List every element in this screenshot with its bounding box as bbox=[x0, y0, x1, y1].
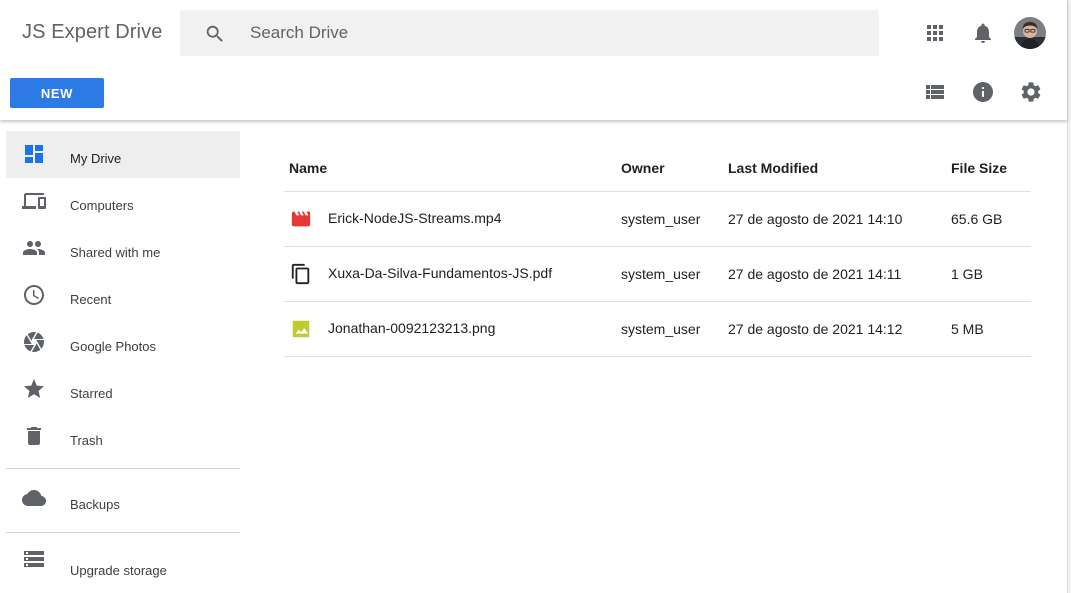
sidebar-item-label: Google Photos bbox=[70, 339, 157, 354]
sidebar-item-shared-with-me[interactable]: Shared with me bbox=[6, 225, 240, 272]
column-header-owner[interactable]: Owner bbox=[621, 145, 728, 192]
settings-gear-icon[interactable] bbox=[1019, 80, 1043, 104]
storage-icon bbox=[24, 551, 44, 567]
app-title: JS Expert Drive bbox=[22, 21, 163, 43]
computers-icon bbox=[22, 193, 46, 209]
cloud-icon bbox=[22, 490, 46, 506]
trash-icon bbox=[27, 427, 41, 445]
sidebar-item-upgrade-storage[interactable]: Upgrade storage bbox=[6, 541, 240, 588]
apps-grid-icon[interactable] bbox=[923, 21, 947, 45]
user-avatar[interactable] bbox=[1014, 17, 1046, 49]
photos-pinwheel-icon bbox=[24, 332, 44, 352]
shared-people-icon bbox=[23, 241, 45, 255]
notifications-bell-icon[interactable] bbox=[971, 21, 995, 45]
clock-icon bbox=[24, 285, 44, 305]
search-bar[interactable] bbox=[180, 10, 879, 56]
star-icon bbox=[24, 379, 44, 398]
sidebar-item-label: My Drive bbox=[70, 151, 122, 166]
search-input[interactable] bbox=[250, 10, 850, 56]
sidebar-item-trash[interactable]: Trash bbox=[6, 413, 240, 460]
file-owner: system_user bbox=[621, 191, 728, 247]
column-header-name[interactable]: Name bbox=[284, 145, 621, 192]
file-name[interactable]: Xuxa-Da-Silva-Fundamentos-JS.pdf bbox=[328, 265, 552, 281]
movie-icon bbox=[291, 211, 311, 226]
file-size: 5 MB bbox=[951, 301, 1031, 357]
info-icon[interactable] bbox=[971, 80, 995, 104]
file-owner: system_user bbox=[621, 246, 728, 302]
sidebar-item-computers[interactable]: Computers bbox=[6, 178, 240, 225]
image-icon bbox=[292, 320, 310, 337]
new-button[interactable]: NEW bbox=[10, 78, 104, 108]
file-size: 1 GB bbox=[951, 246, 1031, 302]
file-last-modified: 27 de agosto de 2021 14:12 bbox=[728, 301, 951, 357]
sidebar-item-recent[interactable]: Recent bbox=[6, 272, 240, 319]
sidebar-item-label: Upgrade storage bbox=[70, 563, 167, 578]
table-header-row: Name Owner Last Modified File Size bbox=[284, 145, 1031, 192]
sidebar-nav: My Drive Computers Shared with me Recent… bbox=[6, 131, 240, 588]
top-app-bar: JS Expert Drive NEW bbox=[0, 0, 1067, 120]
search-icon[interactable] bbox=[204, 23, 226, 45]
window-scrollbar-edge bbox=[1067, 0, 1071, 593]
my-drive-icon bbox=[25, 145, 43, 163]
sidebar-item-label: Trash bbox=[70, 433, 103, 448]
sidebar-item-label: Shared with me bbox=[70, 245, 161, 260]
file-owner: system_user bbox=[621, 301, 728, 357]
sidebar-item-label: Recent bbox=[70, 292, 112, 307]
files-table: Name Owner Last Modified File Size Erick… bbox=[284, 145, 1031, 357]
column-header-last-modified[interactable]: Last Modified bbox=[728, 145, 951, 192]
copy-document-icon bbox=[291, 263, 310, 284]
sidebar-item-label: Backups bbox=[70, 497, 120, 512]
sidebar-item-label: Computers bbox=[70, 198, 134, 213]
table-row[interactable]: Jonathan-0092123213.png system_user 27 d… bbox=[284, 301, 1031, 357]
table-row[interactable]: Xuxa-Da-Silva-Fundamentos-JS.pdf system_… bbox=[284, 246, 1031, 302]
file-name[interactable]: Jonathan-0092123213.png bbox=[328, 320, 495, 336]
sidebar-item-starred[interactable]: Starred bbox=[6, 366, 240, 413]
sidebar-item-label: Starred bbox=[70, 386, 113, 401]
sidebar-item-google-photos[interactable]: Google Photos bbox=[6, 319, 240, 366]
file-name[interactable]: Erick-NodeJS-Streams.mp4 bbox=[328, 210, 502, 226]
column-header-file-size[interactable]: File Size bbox=[951, 145, 1031, 192]
file-last-modified: 27 de agosto de 2021 14:10 bbox=[728, 191, 951, 247]
file-size: 65.6 GB bbox=[951, 191, 1031, 247]
file-last-modified: 27 de agosto de 2021 14:11 bbox=[728, 246, 951, 302]
sidebar-item-backups[interactable]: Backups bbox=[6, 477, 240, 524]
table-row[interactable]: Erick-NodeJS-Streams.mp4 system_user 27 … bbox=[284, 191, 1031, 247]
sidebar-item-my-drive[interactable]: My Drive bbox=[6, 131, 240, 178]
list-view-icon[interactable] bbox=[923, 80, 947, 104]
